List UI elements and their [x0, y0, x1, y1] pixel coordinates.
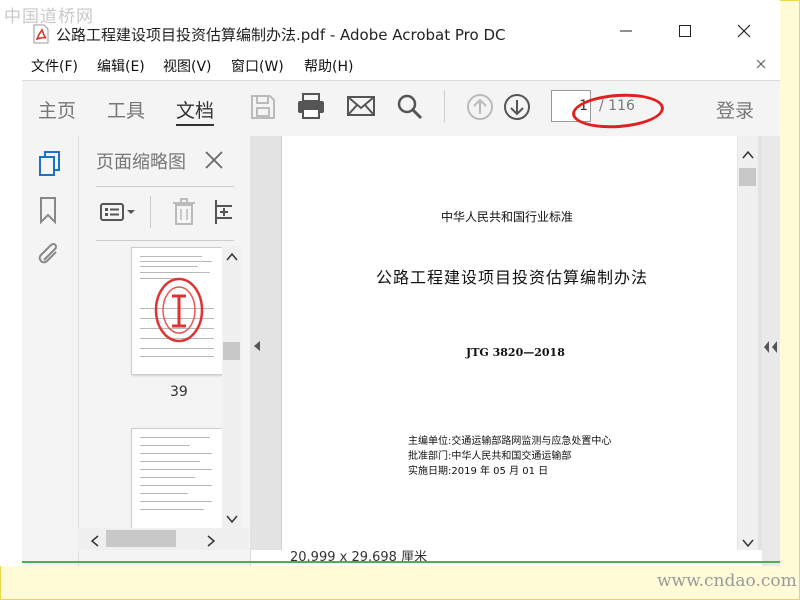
- doc-scroll-up-arrow-icon[interactable]: [742, 150, 754, 160]
- thumbnail-page-39[interactable]: [131, 247, 223, 375]
- standard-type-text: 中华人民共和国行业标准: [441, 210, 574, 224]
- panel-divider-2: [96, 240, 234, 241]
- tab-document[interactable]: 文档: [176, 96, 214, 123]
- minimize-icon: [620, 30, 632, 32]
- pdf-file-icon: [33, 24, 49, 44]
- delete-page-icon[interactable]: [172, 198, 196, 226]
- editor-unit-text: 主编单位:交通运输部路网监测与应急处置中心: [408, 436, 612, 447]
- document-vertical-scrollbar[interactable]: [738, 136, 758, 550]
- menu-bar: 文件(F) 编辑(E) 视图(V) 窗口(W) 帮助(H): [0, 52, 780, 76]
- menu-window[interactable]: 窗口(W): [231, 56, 284, 76]
- thumbnails-horizontal-scrollbar[interactable]: [78, 528, 249, 550]
- expand-right-pane-icon[interactable]: [763, 340, 779, 354]
- thumbnails-vertical-scrollbar[interactable]: [222, 246, 242, 528]
- scroll-up-arrow-icon[interactable]: [226, 252, 238, 262]
- bottom-green-line: [22, 561, 780, 563]
- document-title-text: 公路工程建设项目投资估算编制办法: [376, 268, 649, 287]
- close-document-icon[interactable]: [755, 58, 767, 70]
- previous-page-icon[interactable]: [466, 93, 494, 121]
- print-icon[interactable]: [296, 92, 326, 120]
- menu-file[interactable]: 文件(F): [31, 56, 78, 76]
- minimize-button[interactable]: [611, 22, 641, 44]
- thumbnail-page-label: 39: [170, 384, 188, 400]
- thumbnails-panel-title: 页面缩略图: [96, 152, 186, 173]
- tab-home[interactable]: 主页: [38, 96, 76, 123]
- thumbnails-hscroll-thumb[interactable]: [106, 530, 176, 547]
- standard-code-text: JTG 3820—2018: [466, 346, 565, 359]
- search-icon[interactable]: [396, 93, 424, 121]
- thumbnails-scroll-thumb[interactable]: [223, 342, 240, 360]
- active-tab-underline: [176, 124, 214, 126]
- email-icon[interactable]: [346, 95, 376, 117]
- next-page-icon[interactable]: [503, 93, 531, 121]
- save-icon[interactable]: [250, 94, 276, 120]
- login-button[interactable]: 登录: [716, 96, 754, 123]
- tab-tools[interactable]: 工具: [107, 96, 145, 123]
- insert-page-icon[interactable]: [214, 198, 234, 226]
- pdf-page: 中华人民共和国行业标准 公路工程建设项目投资估算编制办法 JTG 3820—20…: [281, 136, 737, 550]
- effective-date-text: 实施日期:2019 年 05 月 01 日: [408, 466, 549, 477]
- window-title: 公路工程建设项目投资估算编制办法.pdf - Adobe Acrobat Pro…: [56, 26, 506, 44]
- bookmarks-icon[interactable]: [38, 196, 58, 224]
- close-icon: [737, 24, 751, 38]
- collapse-left-pane-icon[interactable]: [252, 340, 262, 352]
- watermark-bottom: www.cndao.com: [657, 571, 797, 591]
- scroll-right-arrow-icon[interactable]: [206, 535, 216, 547]
- menu-help[interactable]: 帮助(H): [304, 56, 353, 76]
- menu-edit[interactable]: 编辑(E): [97, 56, 145, 76]
- close-panel-icon[interactable]: [204, 150, 224, 170]
- panel-toolbar-separator: [150, 196, 151, 228]
- thumbnail-options-icon[interactable]: [100, 200, 138, 224]
- toolbar-separator: [444, 90, 445, 122]
- maximize-button[interactable]: [670, 22, 700, 44]
- approver-text: 批准部门:中华人民共和国交通运输部: [408, 451, 572, 462]
- document-scroll-thumb[interactable]: [739, 168, 756, 186]
- panel-divider: [96, 186, 234, 187]
- scroll-left-arrow-icon[interactable]: [90, 535, 100, 547]
- doc-scroll-down-arrow-icon[interactable]: [742, 538, 754, 548]
- jtg-stamp-icon: [154, 277, 204, 343]
- page-thumbnails-icon[interactable]: [38, 150, 62, 178]
- attachments-icon[interactable]: [36, 240, 62, 266]
- menu-view[interactable]: 视图(V): [163, 56, 212, 76]
- scroll-down-arrow-icon[interactable]: [226, 514, 238, 524]
- close-button[interactable]: [729, 22, 759, 44]
- maximize-icon: [679, 25, 691, 37]
- thumbnail-page-next[interactable]: [131, 428, 223, 530]
